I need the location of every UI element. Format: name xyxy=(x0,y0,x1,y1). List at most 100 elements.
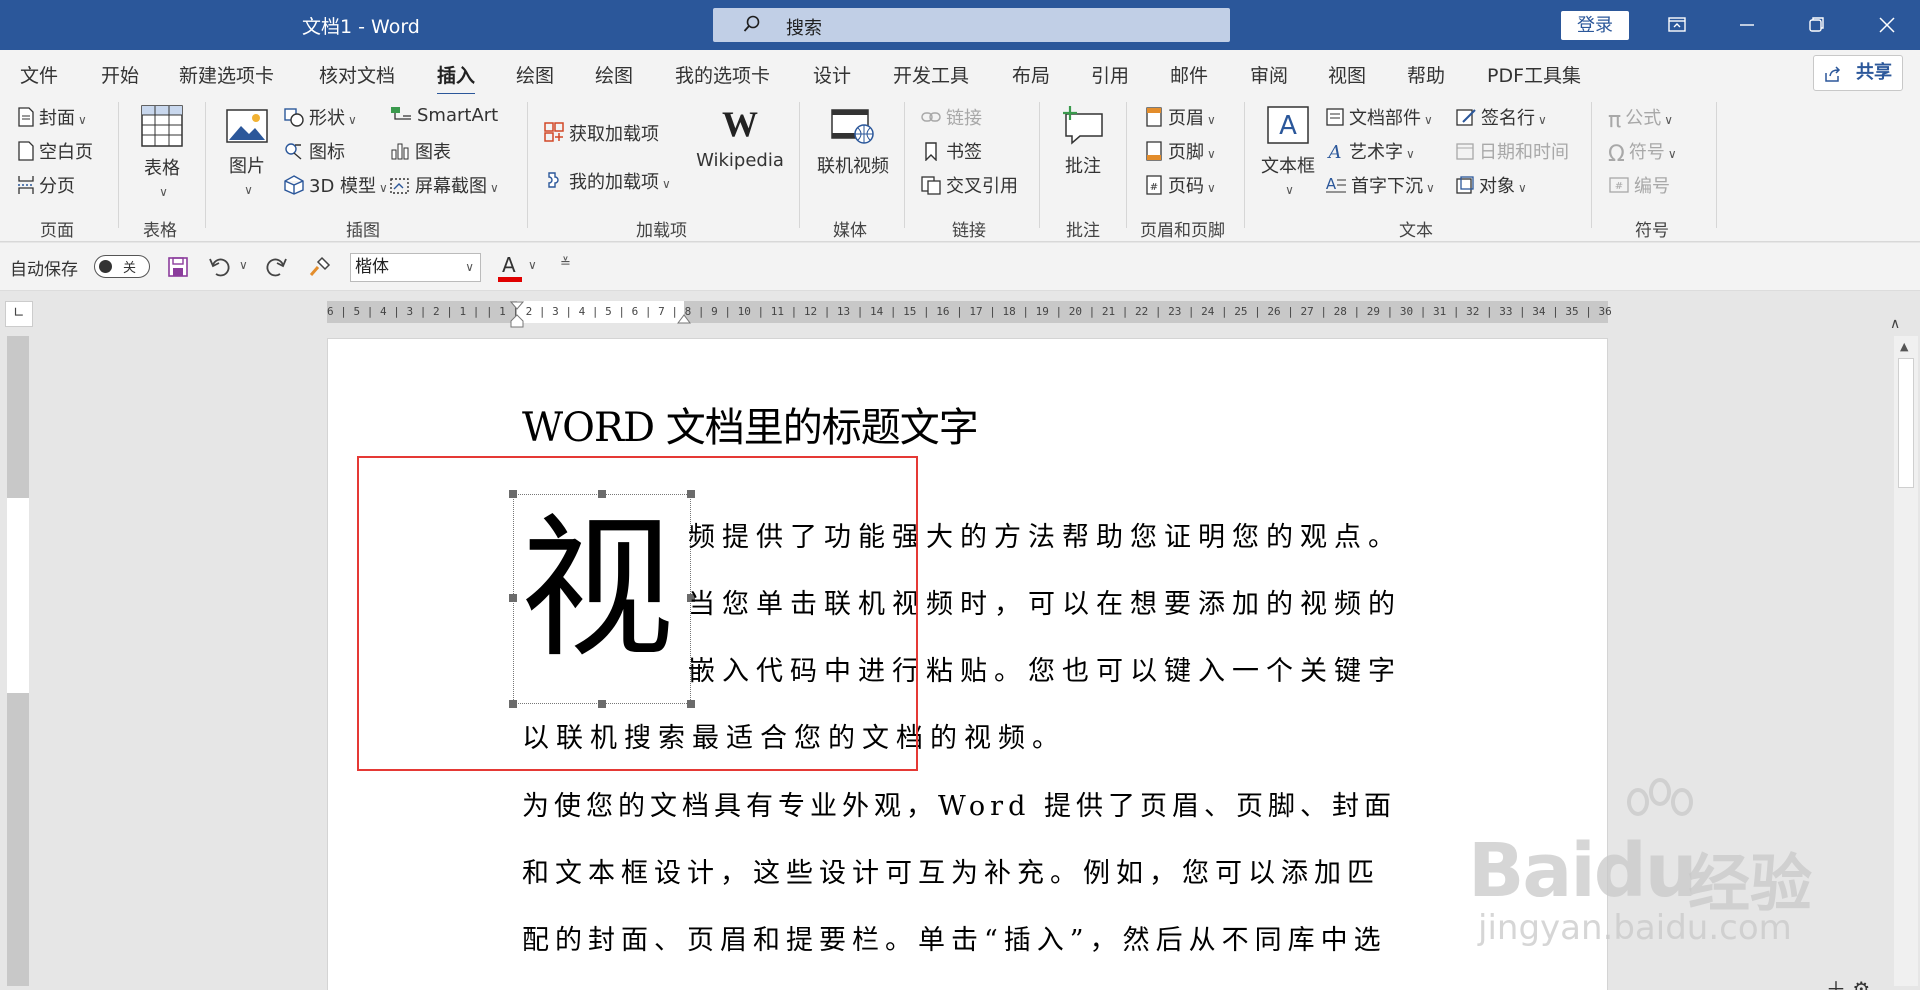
customize-toolbar-icon[interactable]: ≚ xyxy=(560,256,571,271)
header-button[interactable]: 页眉 ∨ xyxy=(1144,104,1216,130)
tab-draw[interactable]: 绘图 xyxy=(516,61,554,88)
my-addins-button[interactable]: 我的加载项 ∨ xyxy=(543,168,671,194)
search-box[interactable]: 搜索 xyxy=(713,8,1230,42)
ribbon-display-options-icon[interactable] xyxy=(1662,10,1692,40)
tab-view[interactable]: 视图 xyxy=(1328,61,1366,88)
restore-icon[interactable] xyxy=(1802,10,1832,40)
blank-page-icon xyxy=(18,141,34,161)
symbol-button[interactable]: Ω 符号 ∨ xyxy=(1608,138,1677,167)
tab-check-document[interactable]: 核对文档 xyxy=(319,61,395,88)
tab-selector[interactable]: ∟ xyxy=(5,301,33,327)
redo-icon[interactable] xyxy=(264,255,288,279)
font-color-button[interactable]: A xyxy=(498,253,524,283)
group-label-links: 链接 xyxy=(952,221,986,241)
separator xyxy=(118,102,119,228)
autosave-label: 自动保存 xyxy=(10,260,78,280)
screenshot-button[interactable]: 屏幕截图 ∨ xyxy=(389,172,499,198)
tab-layout[interactable]: 布局 xyxy=(1012,61,1050,88)
bookmark-button[interactable]: 书签 xyxy=(920,138,982,164)
tab-new-tab[interactable]: 新建选项卡 xyxy=(179,61,274,88)
tab-help[interactable]: 帮助 xyxy=(1407,61,1445,88)
indent-marker-icon[interactable] xyxy=(510,301,524,335)
document-heading[interactable]: WORD 文档里的标题文字 xyxy=(522,395,979,453)
my-addins-icon xyxy=(548,172,559,188)
horizontal-ruler[interactable]: 6 | 5 | 4 | 3 | 2 | 1 | | 1 | 2 | 3 | 4 … xyxy=(327,301,1612,328)
table-button[interactable]: 表格 ∨ xyxy=(138,104,186,201)
picture-button[interactable]: 图片 ∨ xyxy=(222,106,272,199)
blank-page-button[interactable]: 空白页 xyxy=(17,138,93,164)
search-placeholder: 搜索 xyxy=(786,18,822,39)
3d-models-button[interactable]: 3D 模型 ∨ xyxy=(283,172,388,198)
add-icon[interactable]: ＋ xyxy=(1826,977,1846,990)
paragraph-line[interactable]: 为使您的文档具有专业外观，Word 提供了页眉、页脚、封面 xyxy=(522,784,1396,823)
autosave-toggle[interactable]: 关 xyxy=(94,255,150,278)
right-indent-marker-icon[interactable] xyxy=(677,313,691,325)
drop-cap-button[interactable]: A 首字下沉 ∨ xyxy=(1325,172,1435,198)
collapse-ribbon-icon[interactable]: ∧ xyxy=(1890,316,1900,332)
separator xyxy=(1244,102,1245,228)
scroll-thumb[interactable] xyxy=(1898,358,1914,488)
scroll-up-icon[interactable]: ▲ xyxy=(1900,340,1908,353)
object-button[interactable]: 对象 ∨ xyxy=(1455,172,1527,198)
equation-button[interactable]: π 公式 ∨ xyxy=(1608,104,1673,133)
separator xyxy=(205,102,206,228)
get-addins-button[interactable]: 获取加载项 xyxy=(543,120,659,146)
tab-home[interactable]: 开始 xyxy=(101,61,139,88)
text-box-button[interactable]: A 文本框 ∨ xyxy=(1258,104,1318,199)
tab-pdf-tools[interactable]: PDF工具集 xyxy=(1487,61,1581,88)
link-button[interactable]: 链接 xyxy=(920,104,982,130)
online-video-button[interactable]: 联机视频 xyxy=(812,106,894,178)
toggle-knob xyxy=(99,260,112,273)
new-comment-button[interactable]: 批注 xyxy=(1058,104,1108,178)
wordart-button[interactable]: A 艺术字 ∨ xyxy=(1325,138,1415,164)
omega-icon: Ω xyxy=(1608,142,1625,167)
zoom-controls[interactable]: ＋ ⚙ xyxy=(1826,973,1870,990)
drop-cap-icon: A xyxy=(1326,175,1346,193)
tab-mailings[interactable]: 邮件 xyxy=(1170,61,1208,88)
vertical-scrollbar[interactable]: ▲ xyxy=(1894,336,1918,986)
wikipedia-button[interactable]: W Wikipedia xyxy=(695,104,785,171)
minimize-icon[interactable] xyxy=(1732,10,1762,40)
wordart-icon: A xyxy=(1327,142,1342,161)
vertical-ruler[interactable] xyxy=(7,336,29,986)
tab-review[interactable]: 审阅 xyxy=(1250,61,1288,88)
tab-draw-2[interactable]: 绘图 xyxy=(595,61,633,88)
page-number-icon: # xyxy=(1146,175,1162,195)
undo-icon[interactable] xyxy=(208,255,232,279)
share-button[interactable]: 共享 xyxy=(1813,55,1903,91)
signature-line-button[interactable]: 签名行 ∨ xyxy=(1455,104,1547,130)
login-button[interactable]: 登录 xyxy=(1561,11,1629,40)
font-name-select[interactable]: 楷体 ∨ xyxy=(350,253,481,282)
page-break-button[interactable]: 分页 xyxy=(17,172,75,198)
toggle-state: 关 xyxy=(123,261,137,276)
shapes-button[interactable]: 形状 ∨ xyxy=(283,104,357,130)
page-number-button[interactable]: # 页码 ∨ xyxy=(1144,172,1216,198)
cross-reference-button[interactable]: 交叉引用 xyxy=(920,172,1018,198)
header-icon xyxy=(1146,107,1162,127)
close-icon[interactable] xyxy=(1872,10,1902,40)
group-label-symbols: 符号 xyxy=(1635,221,1669,241)
tab-design[interactable]: 设计 xyxy=(813,61,851,88)
tab-references[interactable]: 引用 xyxy=(1091,61,1129,88)
quick-parts-button[interactable]: 文档部件 ∨ xyxy=(1325,104,1433,130)
date-time-button[interactable]: 日期和时间 xyxy=(1455,138,1569,164)
save-icon[interactable] xyxy=(167,256,189,278)
separator xyxy=(1591,102,1592,228)
chart-button[interactable]: 图表 xyxy=(389,138,451,164)
undo-dropdown-icon[interactable]: ∨ xyxy=(239,258,248,272)
numbering-button[interactable]: # 编号 xyxy=(1608,172,1670,198)
icons-button[interactable]: 图标 xyxy=(283,138,345,164)
tab-insert[interactable]: 插入 xyxy=(437,61,476,96)
font-color-dropdown-icon[interactable]: ∨ xyxy=(528,258,537,272)
paragraph-line[interactable]: 配的封面、页眉和提要栏。单击“插入”，然后从不同库中选 xyxy=(522,918,1387,957)
paragraph-line[interactable]: 和文本框设计，这些设计可互为补充。例如，您可以添加匹 xyxy=(522,851,1380,890)
smartart-button[interactable]: SmartArt xyxy=(389,104,498,126)
format-painter-icon[interactable] xyxy=(308,255,332,279)
tab-my-tab[interactable]: 我的选项卡 xyxy=(675,61,770,88)
cover-page-button[interactable]: 封面 ∨ xyxy=(17,104,87,130)
footer-button[interactable]: 页脚 ∨ xyxy=(1144,138,1216,164)
settings-icon[interactable]: ⚙ xyxy=(1852,977,1870,990)
tab-developer[interactable]: 开发工具 xyxy=(893,61,969,88)
tab-file[interactable]: 文件 xyxy=(20,61,58,88)
3d-cube-icon xyxy=(284,175,304,195)
